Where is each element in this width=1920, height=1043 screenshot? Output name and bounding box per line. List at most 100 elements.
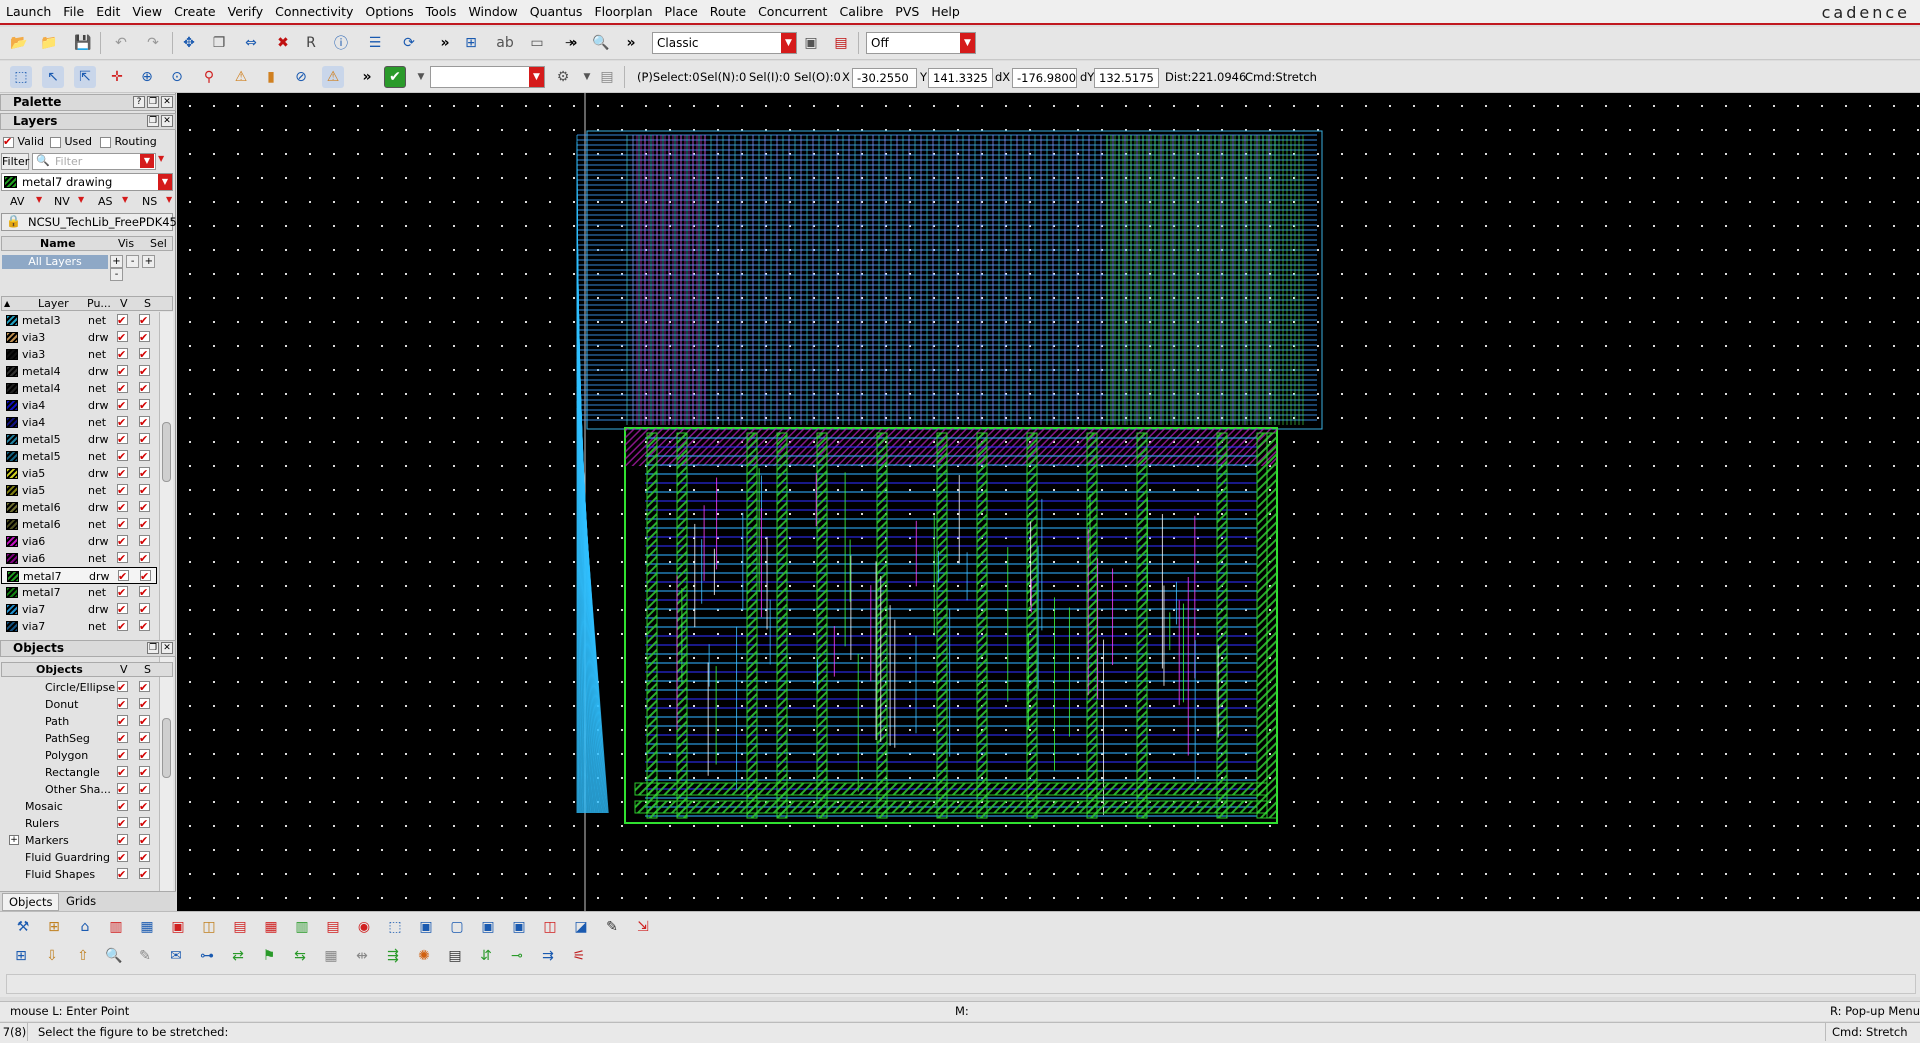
selectable-checkbox[interactable] [139,482,150,499]
crosshair-icon[interactable]: ✛ [106,66,128,88]
selectable-checkbox[interactable] [139,380,150,397]
star-icon[interactable]: ✺ [413,945,435,967]
object-row[interactable]: Mosaic [1,798,157,815]
menu-route[interactable]: Route [704,4,752,19]
descend-icon[interactable]: ⇩ [41,945,63,967]
open-cellview-icon[interactable]: 📁 [38,32,60,54]
menu-launch[interactable]: Launch [0,4,57,19]
help-icon[interactable]: ? [133,96,145,108]
layer-row[interactable]: metal5 drw [1,431,157,448]
object-row[interactable]: + Markers [1,832,157,849]
selectable-checkbox[interactable] [139,849,150,866]
visible-checkbox[interactable] [117,499,128,516]
scroll-thumb[interactable] [162,718,171,778]
visible-checkbox[interactable] [117,730,128,747]
instance-icon[interactable]: ⊞ [43,916,65,938]
visible-checkbox[interactable] [117,448,128,465]
layout-drawing[interactable] [177,93,1920,911]
bus-icon[interactable]: ⇉ [537,945,559,967]
layer-row[interactable]: metal4 net [1,380,157,397]
object-row[interactable]: Path [1,713,157,730]
dx-field[interactable]: -176.9800 [1012,68,1077,88]
av-toggle[interactable]: AV [10,195,24,208]
menu-place[interactable]: Place [659,4,704,19]
remove-vis-button[interactable]: - [126,255,140,268]
used-filter[interactable]: Used [50,135,92,148]
used-checkbox[interactable] [50,136,61,148]
visible-checkbox[interactable] [117,781,128,798]
nv-toggle[interactable]: NV [54,195,70,208]
selectable-checkbox[interactable] [139,516,150,533]
connect-icon[interactable]: ⇶ [382,945,404,967]
selectable-checkbox[interactable] [139,346,150,363]
s-col-header[interactable]: S [144,297,151,310]
selectable-checkbox[interactable] [139,448,150,465]
selectable-checkbox[interactable] [139,533,150,550]
close-icon[interactable]: ✕ [161,642,173,654]
menu-connectivity[interactable]: Connectivity [269,4,359,19]
object-row[interactable]: Donut [1,696,157,713]
menu-quantus[interactable]: Quantus [524,4,589,19]
layer-row[interactable]: via5 net [1,482,157,499]
layer-purpose-select[interactable]: ▼ [430,66,545,88]
save-icon[interactable]: 💾 [72,32,94,54]
selectable-checkbox[interactable] [139,312,150,329]
selectable-checkbox[interactable] [139,601,150,618]
undo-icon[interactable]: ↶ [110,32,132,54]
pin-route-icon[interactable]: ⇵ [475,945,497,967]
selectable-checkbox[interactable] [140,568,151,585]
copy-icon[interactable]: ❐ [208,32,230,54]
visible-checkbox[interactable] [117,380,128,397]
selectable-checkbox[interactable] [139,397,150,414]
selectable-checkbox[interactable] [139,764,150,781]
selectable-checkbox[interactable] [139,431,150,448]
edit-icon[interactable]: ✎ [134,945,156,967]
tab-grids[interactable]: Grids [60,893,102,909]
visible-checkbox[interactable] [117,696,128,713]
route-icon[interactable]: ⇄ [227,945,249,967]
layer-row[interactable]: via6 net [1,550,157,567]
probe-icon[interactable]: ⊸ [506,945,528,967]
visible-checkbox[interactable] [117,414,128,431]
mail-icon[interactable]: ✉ [165,945,187,967]
more-icon[interactable]: » [434,32,456,54]
float-icon[interactable]: ❐ [147,96,159,108]
snap-icon[interactable]: ⇱ [74,66,96,88]
layer-row[interactable]: via5 drw [1,465,157,482]
path-icon[interactable]: ▣ [167,916,189,938]
visible-checkbox[interactable] [117,397,128,414]
layer-row[interactable]: via7 net [1,618,157,635]
layer-row[interactable]: metal6 net [1,516,157,533]
menu-pvs[interactable]: PVS [889,4,925,19]
selectable-checkbox[interactable] [139,550,150,567]
merge-icon[interactable]: ◪ [570,916,592,938]
visible-checkbox[interactable] [117,346,128,363]
split-icon[interactable]: ⇹ [351,945,373,967]
chevron-down-icon[interactable]: ▼ [410,66,432,88]
chevron-down-icon[interactable]: ▼ [78,195,84,204]
layer-filter-input[interactable]: Filter [32,153,156,170]
as-toggle[interactable]: AS [98,195,113,208]
selectable-checkbox[interactable] [139,584,150,601]
wire-route-icon[interactable]: ⇆ [289,945,311,967]
techlib-label[interactable]: NCSU_TechLib_FreePDK45 [1,213,177,231]
visible-checkbox[interactable] [117,465,128,482]
remove-sel-button[interactable]: - [110,268,123,281]
close-icon[interactable]: ✕ [161,96,173,108]
chevron-down-icon[interactable]: ▼ [36,195,42,204]
selectable-checkbox[interactable] [139,618,150,635]
layer-scrollbar[interactable] [159,312,173,722]
visible-checkbox[interactable] [117,679,128,696]
chevron-down-icon[interactable]: ▼ [158,154,164,163]
mode-select[interactable]: Off ▼ [866,32,976,54]
flip-icon[interactable]: ▣ [508,916,530,938]
visible-checkbox[interactable] [117,713,128,730]
layer-row[interactable]: via4 net [1,414,157,431]
visible-checkbox[interactable] [117,815,128,832]
collapse-icon[interactable]: ▲ [4,297,10,310]
menu-edit[interactable]: Edit [90,4,126,19]
object-row[interactable]: Rulers [1,815,157,832]
layer-row[interactable]: metal4 drw [1,363,157,380]
visible-checkbox[interactable] [118,568,129,585]
settings-gear-icon[interactable]: ⚙ [552,66,574,88]
